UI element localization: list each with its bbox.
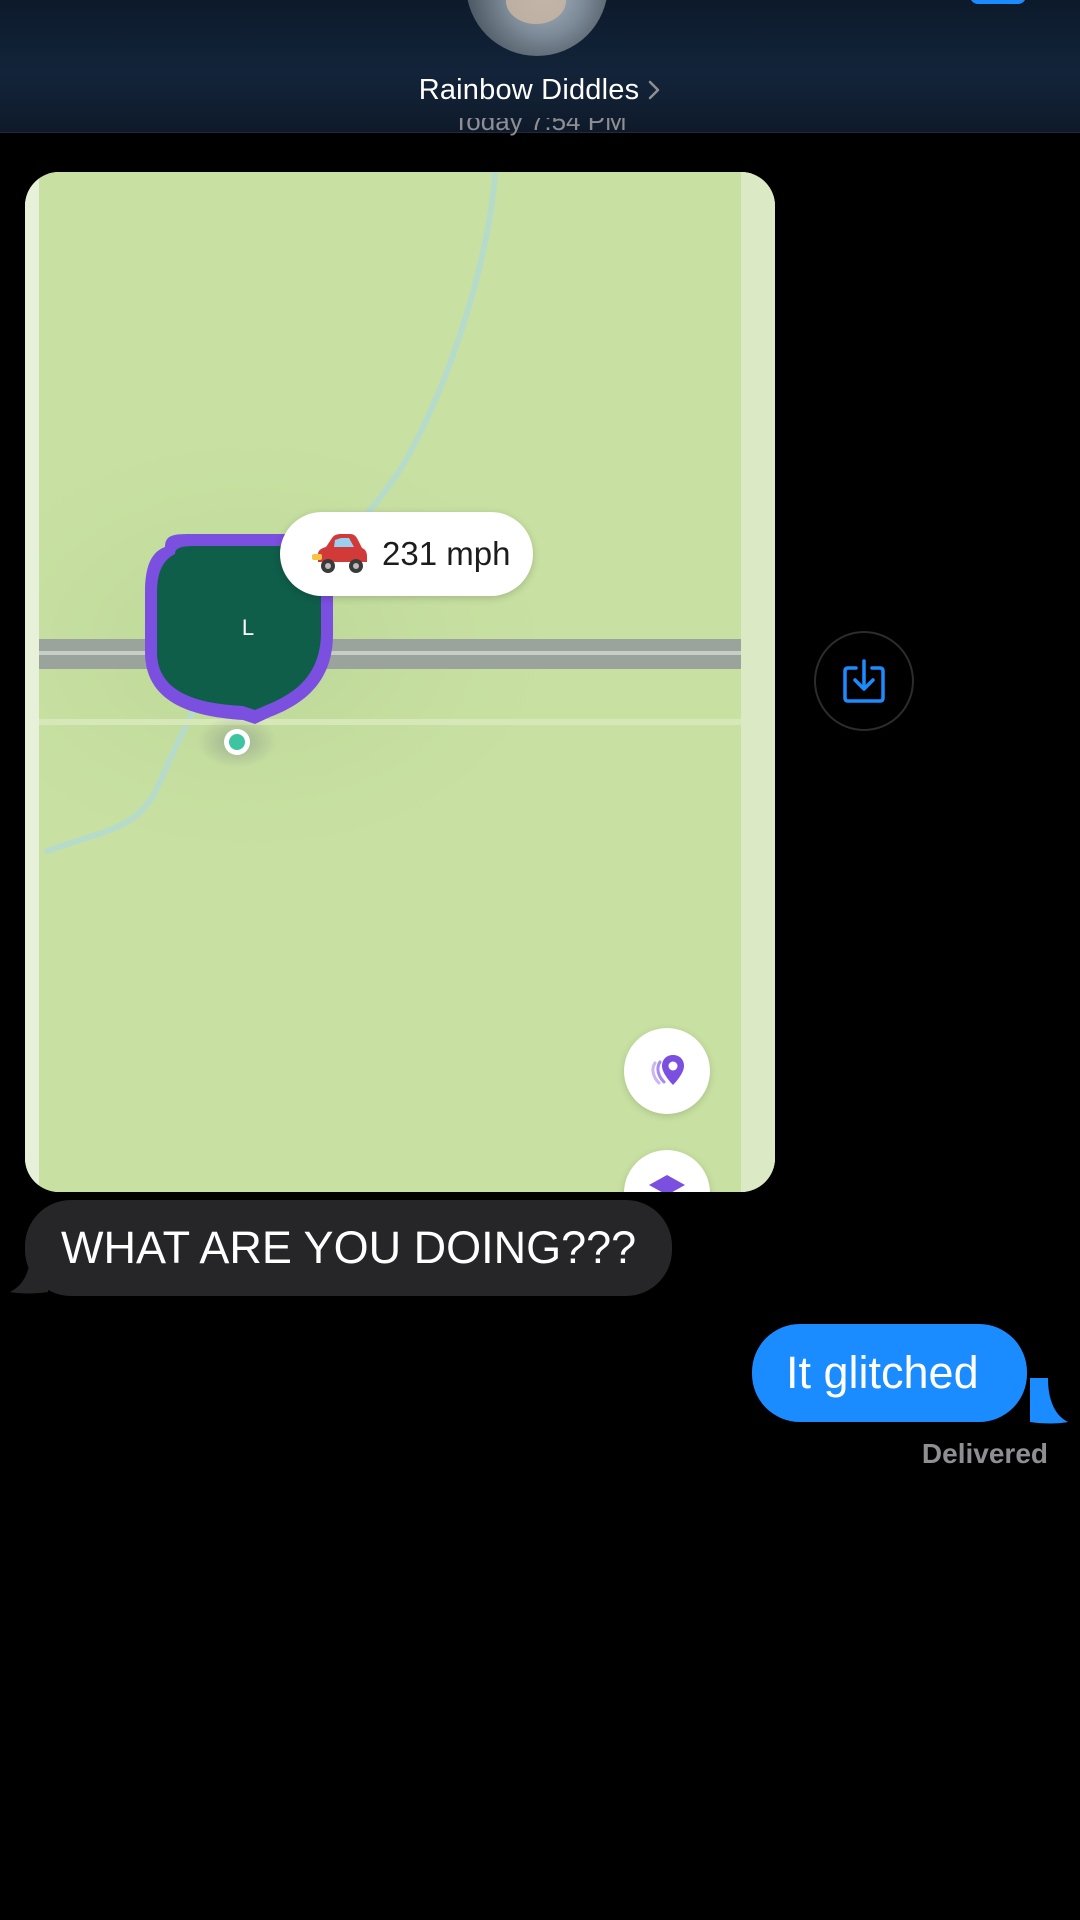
avatar-marker-initial: L xyxy=(241,615,255,640)
delivery-status: Delivered xyxy=(921,1438,1048,1469)
contact-avatar[interactable] xyxy=(466,0,608,56)
chevron-left-icon[interactable] xyxy=(36,0,96,10)
save-attachment-button[interactable] xyxy=(814,631,914,731)
contact-name-button[interactable]: Rainbow Diddles xyxy=(0,70,1080,110)
incoming-message-text: WHAT ARE YOU DOING??? xyxy=(61,1222,637,1273)
map-edge-right xyxy=(741,172,775,1192)
conversation-header: Rainbow Diddles xyxy=(0,0,1080,133)
outgoing-message-text: It glitched xyxy=(786,1347,979,1398)
map-edge-left xyxy=(25,172,39,1192)
layers-icon xyxy=(649,1175,685,1192)
location-pin-icon xyxy=(651,1055,684,1085)
outgoing-message-bubble[interactable]: It glitched xyxy=(752,1324,1027,1422)
location-history-button[interactable] xyxy=(624,1028,710,1114)
chevron-right-icon xyxy=(649,80,660,100)
outgoing-bubble-tail xyxy=(1030,1378,1068,1424)
speed-badge: 231 mph xyxy=(280,512,533,596)
avatar-photo xyxy=(506,0,566,24)
speed-value: 231 mph xyxy=(382,535,511,572)
incoming-message-bubble[interactable]: WHAT ARE YOU DOING??? xyxy=(25,1200,673,1296)
red-car-icon xyxy=(312,534,367,573)
video-camera-icon[interactable] xyxy=(970,0,1026,6)
message-timestamp: Today 7:54 PM xyxy=(453,118,627,136)
contact-name: Rainbow Diddles xyxy=(418,73,640,106)
message-timestamp-row: Today 7:54 PM xyxy=(0,118,1080,140)
download-into-tray-icon xyxy=(843,659,885,703)
map-screenshot-attachment[interactable]: L 231 mph xyxy=(25,172,775,1192)
